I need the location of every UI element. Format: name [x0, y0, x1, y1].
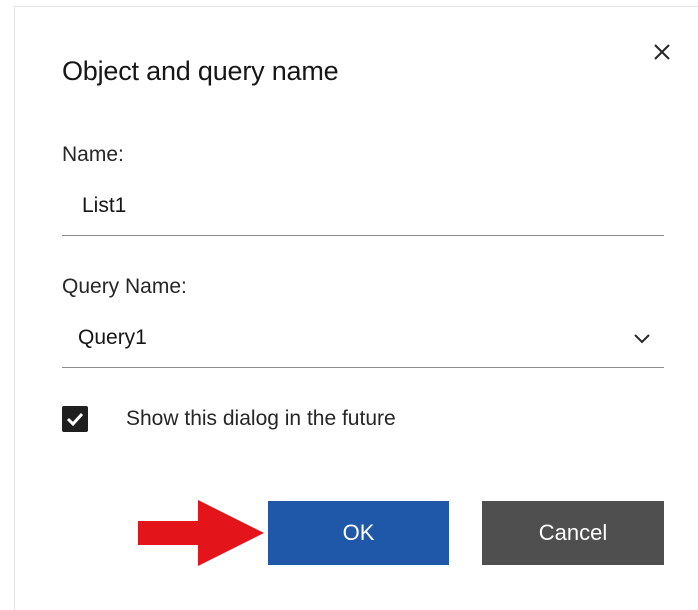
checkmark-icon — [66, 412, 84, 427]
cancel-button[interactable]: Cancel — [482, 501, 664, 565]
query-name-select[interactable]: Query1 — [62, 312, 664, 368]
show-dialog-checkbox[interactable] — [62, 406, 88, 432]
ok-button[interactable]: OK — [268, 501, 449, 565]
show-dialog-label: Show this dialog in the future — [126, 407, 396, 430]
chevron-down-icon — [634, 334, 650, 344]
dialog-title: Object and query name — [62, 56, 339, 86]
query-name-label: Query Name: — [62, 275, 187, 298]
red-arrow-icon — [138, 500, 264, 566]
name-value: List1 — [82, 194, 127, 217]
query-name-value: Query1 — [78, 326, 147, 349]
name-label: Name: — [62, 143, 124, 166]
close-icon — [654, 44, 670, 60]
name-field[interactable]: List1 — [62, 180, 664, 236]
close-button[interactable] — [648, 38, 676, 66]
